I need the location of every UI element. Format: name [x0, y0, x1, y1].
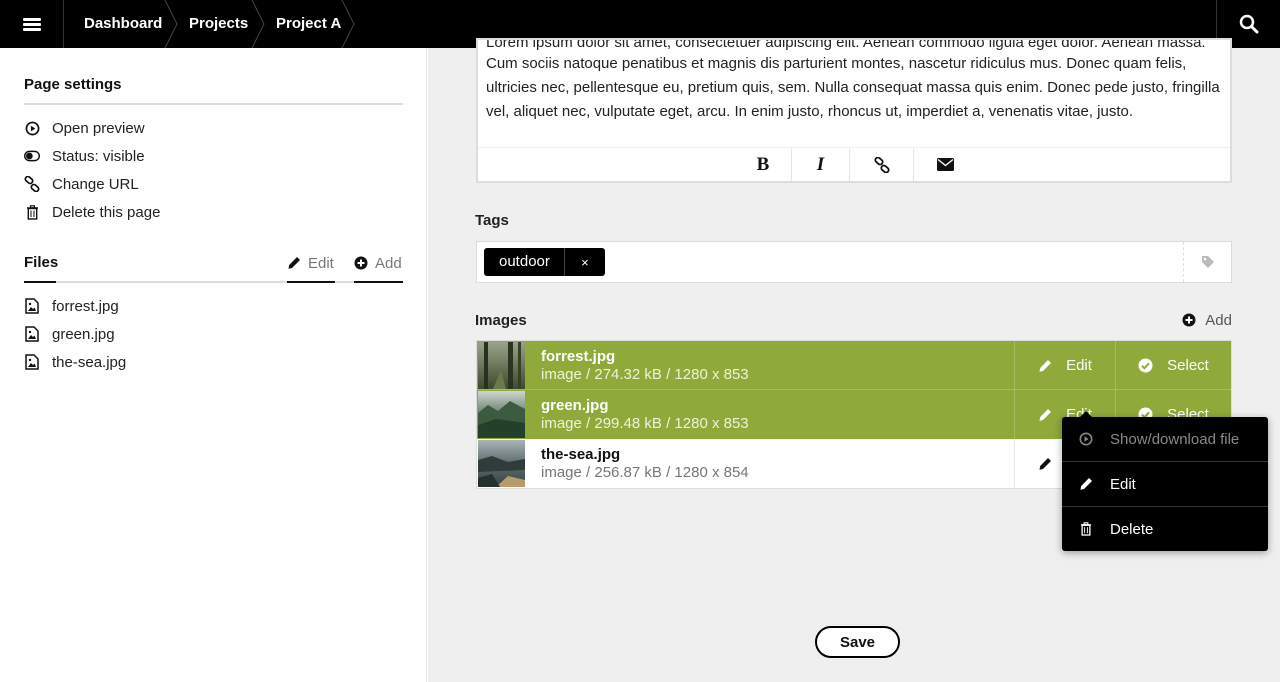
pencil-icon — [1039, 457, 1051, 470]
image-meta: image / 299.48 kB / 1280 x 853 — [541, 415, 749, 432]
breadcrumb-dashboard[interactable]: Dashboard — [84, 0, 162, 48]
email-button[interactable] — [914, 148, 977, 181]
image-thumbnail — [478, 342, 525, 389]
tag-label: outdoor — [484, 248, 565, 276]
file-name: green.jpg — [52, 325, 115, 343]
image-name: green.jpg — [541, 397, 609, 414]
image-thumbnail — [478, 391, 525, 438]
text-editor[interactable]: Lorem ipsum dolor sit amet, consectetuer… — [476, 38, 1232, 183]
search-icon — [1239, 14, 1258, 34]
context-show-download[interactable]: Show/download file — [1062, 417, 1268, 461]
files-edit-button[interactable]: Edit — [287, 252, 334, 274]
bold-button[interactable]: B — [734, 148, 792, 181]
context-delete-label: Delete — [1110, 520, 1154, 538]
main-content: Lorem ipsum dolor sit amet, consectetuer… — [428, 38, 1280, 682]
italic-button[interactable]: I — [792, 148, 849, 181]
context-show-download-label: Show/download file — [1110, 430, 1240, 448]
open-preview-label: Open preview — [52, 119, 145, 137]
editor-paragraph: Cum sociis natoque penatibus et magnis d… — [486, 55, 1220, 120]
sidebar: Page settings Open preview Status: visib… — [0, 48, 427, 682]
image-meta: image / 274.32 kB / 1280 x 853 — [541, 366, 749, 383]
play-circle-icon — [1062, 432, 1110, 446]
image-thumbnail — [478, 440, 525, 487]
tag-icon — [1201, 256, 1214, 268]
file-name: forrest.jpg — [52, 297, 119, 315]
open-preview-link[interactable]: Open preview — [24, 116, 145, 140]
trash-icon — [24, 204, 40, 220]
file-item[interactable]: forrest.jpg — [24, 294, 119, 318]
status-label: Status: visible — [52, 147, 145, 165]
tags-input[interactable]: outdoor × — [476, 241, 1232, 283]
images-add-button[interactable]: Add — [1182, 310, 1232, 330]
image-file-icon — [24, 298, 40, 314]
files-edit-label: Edit — [308, 254, 334, 272]
files-title-underline — [24, 281, 56, 283]
link-button[interactable] — [850, 148, 913, 181]
context-edit-label: Edit — [1110, 475, 1136, 493]
editor-content[interactable]: Lorem ipsum dolor sit amet, consectetuer… — [486, 40, 1226, 124]
status-toggle[interactable]: Status: visible — [24, 144, 145, 168]
tag-chip: outdoor × — [484, 248, 605, 276]
files-add-button[interactable]: Add — [354, 252, 402, 274]
chain-link-icon — [873, 156, 890, 173]
breadcrumb-projects[interactable]: Projects — [189, 0, 248, 48]
check-circle-icon — [1138, 358, 1153, 373]
images-label: Images — [475, 312, 527, 329]
chain-link-icon — [24, 176, 40, 192]
tag-remove-button[interactable]: × — [565, 255, 605, 270]
plus-circle-icon — [354, 256, 368, 270]
pencil-icon — [287, 256, 301, 270]
pencil-icon — [1062, 477, 1110, 491]
files-add-underline — [354, 281, 403, 283]
file-name: the-sea.jpg — [52, 353, 127, 371]
tags-label: Tags — [475, 212, 509, 229]
divider — [24, 281, 403, 283]
breadcrumb-separator-icon — [251, 0, 265, 48]
image-edit-button[interactable]: Edit — [1015, 341, 1115, 390]
image-meta: image / 256.87 kB / 1280 x 854 — [541, 464, 749, 481]
delete-page-link[interactable]: Delete this page — [24, 200, 160, 224]
toggle-on-icon — [24, 148, 40, 164]
files-edit-underline — [287, 281, 335, 283]
file-item[interactable]: green.jpg — [24, 322, 115, 346]
envelope-icon — [937, 158, 954, 171]
change-url-link[interactable]: Change URL — [24, 172, 139, 196]
editor-partial-line: Lorem ipsum dolor sit amet, consectetuer… — [486, 40, 1206, 51]
image-name: forrest.jpg — [541, 348, 616, 365]
image-file-icon — [24, 326, 40, 342]
change-url-label: Change URL — [52, 175, 139, 193]
files-add-label: Add — [375, 254, 402, 272]
image-name: the-sea.jpg — [541, 446, 621, 463]
play-circle-icon — [24, 120, 40, 136]
images-add-label: Add — [1205, 311, 1232, 329]
save-button[interactable]: Save — [815, 626, 900, 658]
trash-icon — [1062, 522, 1110, 536]
tags-dropdown-button[interactable] — [1183, 242, 1231, 282]
file-item[interactable]: the-sea.jpg — [24, 350, 126, 374]
divider — [24, 103, 403, 105]
image-row[interactable]: forrest.jpg image / 274.32 kB / 1280 x 8… — [477, 341, 1231, 390]
breadcrumb-separator-icon — [341, 0, 355, 48]
plus-circle-icon — [1182, 313, 1196, 327]
hamburger-menu-button[interactable] — [0, 0, 64, 48]
editor-toolbar: B I — [478, 147, 1230, 181]
hamburger-icon — [22, 16, 41, 33]
delete-page-label: Delete this page — [52, 203, 161, 221]
breadcrumb-project-a[interactable]: Project A — [276, 0, 341, 48]
image-edit-label: Edit — [1066, 357, 1092, 374]
context-edit[interactable]: Edit — [1062, 462, 1268, 506]
image-context-menu: Show/download file Edit Delete — [1062, 411, 1268, 551]
files-title: Files — [24, 254, 59, 271]
image-file-icon — [24, 354, 40, 370]
image-select-label: Select — [1167, 357, 1209, 374]
page-settings-title: Page settings — [24, 76, 122, 93]
pencil-icon — [1038, 359, 1052, 373]
breadcrumb-separator-icon — [164, 0, 178, 48]
context-delete[interactable]: Delete — [1062, 507, 1268, 551]
pencil-icon — [1038, 408, 1052, 422]
image-select-button[interactable]: Select — [1116, 341, 1231, 390]
